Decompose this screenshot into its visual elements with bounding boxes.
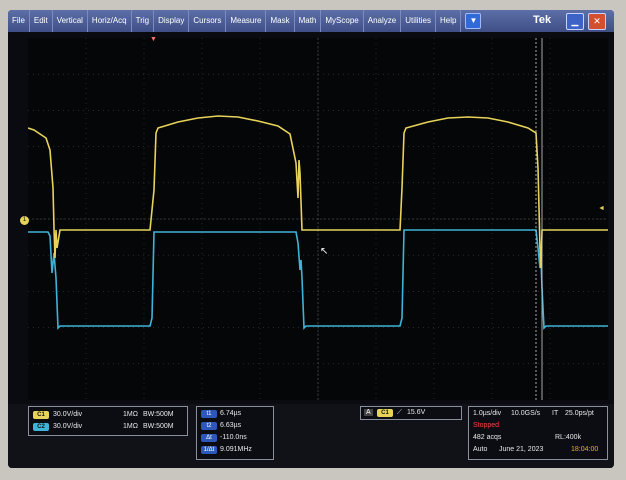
menu-mask[interactable]: Mask (266, 10, 295, 32)
ch2-scale: 30.0V/div (53, 423, 83, 430)
trigger-level: 15.6V (407, 409, 426, 416)
ch2-badge[interactable]: C2 (33, 423, 49, 431)
graticule-center (28, 38, 608, 400)
ch1-bandwidth: BW:500M (143, 411, 174, 418)
close-icon[interactable]: ✕ (588, 13, 606, 30)
menu-utilities[interactable]: Utilities (401, 10, 436, 32)
triangle-down-icon[interactable]: ▼ (465, 13, 482, 29)
acquisition-panel[interactable]: 1.0µs/div 10.0GS/s IT 25.0ps/pt Stopped … (468, 406, 608, 460)
trigger-mode-label: A (364, 409, 373, 416)
scope-screen: File Edit Vertical Horiz/Acq Trig Displa… (8, 10, 614, 468)
cursor-delta-badge: Δt (201, 434, 217, 442)
date: June 21, 2023 (499, 446, 544, 453)
ch2-impedance: 1MΩ (123, 423, 138, 430)
menu-cursors[interactable]: Cursors (189, 10, 227, 32)
resolution: 25.0ps/pt (565, 410, 594, 417)
trigger-source-badge: C1 (377, 409, 393, 417)
menu-analyze[interactable]: Analyze (364, 10, 402, 32)
cursor-t2-value: 6.63µs (220, 422, 242, 429)
ch2-bandwidth: BW:500M (143, 423, 174, 430)
ch1-impedance: 1MΩ (123, 411, 138, 418)
ch-ground-marker[interactable]: 1 (20, 216, 29, 225)
pointer-icon: ↖ (320, 246, 329, 257)
menu-vertical[interactable]: Vertical (53, 10, 88, 32)
ch1-scale: 30.0V/div (53, 411, 83, 418)
menu-measure[interactable]: Measure (226, 10, 267, 32)
run-state: Stopped (473, 422, 500, 429)
trigger-position-marker: ▼ (150, 36, 157, 43)
cursor-freq-badge: 1/Δt (201, 446, 217, 454)
trigger-readout-panel[interactable]: A C1 ⟋ 15.6V (360, 406, 462, 420)
minimize-icon[interactable]: ▁ (566, 13, 584, 30)
status-bar: C1 30.0V/div 1MΩ BW:500M C2 30.0V/div 1M… (8, 404, 614, 468)
cursor-delta-value: -110.0ns (220, 434, 247, 441)
acq-mode: IT (552, 410, 559, 417)
menu-display[interactable]: Display (154, 10, 190, 32)
cursor-t2-badge: t2 (201, 422, 217, 430)
acq-count: 482 acqs (473, 434, 502, 441)
menu-math[interactable]: Math (295, 10, 322, 32)
waveform-svg (28, 38, 608, 400)
brand-logo: Tek (533, 14, 552, 26)
trigger-mode: Auto (473, 446, 488, 453)
cursor-t1-badge: t1 (201, 410, 217, 418)
ch1-badge[interactable]: C1 (33, 411, 49, 419)
horizontal-scale: 1.0µs/div (473, 410, 502, 417)
channel-readout-panel[interactable]: C1 30.0V/div 1MΩ BW:500M C2 30.0V/div 1M… (28, 406, 188, 436)
record-length: RL:400k (555, 434, 582, 441)
cursor-t1-value: 6.74µs (220, 410, 242, 417)
sample-rate: 10.0GS/s (511, 410, 541, 417)
time: 18:04:00 (571, 446, 599, 453)
menu-trig[interactable]: Trig (132, 10, 155, 32)
menu-help[interactable]: Help (436, 10, 462, 32)
menu-myscope[interactable]: MyScope (321, 10, 364, 32)
waveform-display[interactable]: ▼ ◄ ↖ (28, 36, 608, 400)
cursor-readout-panel[interactable]: t1 6.74µs t2 6.63µs Δt -110.0ns 1/Δt 9.0… (196, 406, 274, 460)
trigger-level-marker: ◄ (598, 205, 605, 212)
cursor-freq-value: 9.091MHz (220, 446, 252, 453)
menu-bar: File Edit Vertical Horiz/Acq Trig Displa… (8, 10, 614, 32)
menu-horiz-acq[interactable]: Horiz/Acq (88, 10, 132, 32)
menu-file[interactable]: File (8, 10, 30, 32)
menu-edit[interactable]: Edit (30, 10, 53, 32)
rising-edge-icon: ⟋ (397, 409, 402, 416)
